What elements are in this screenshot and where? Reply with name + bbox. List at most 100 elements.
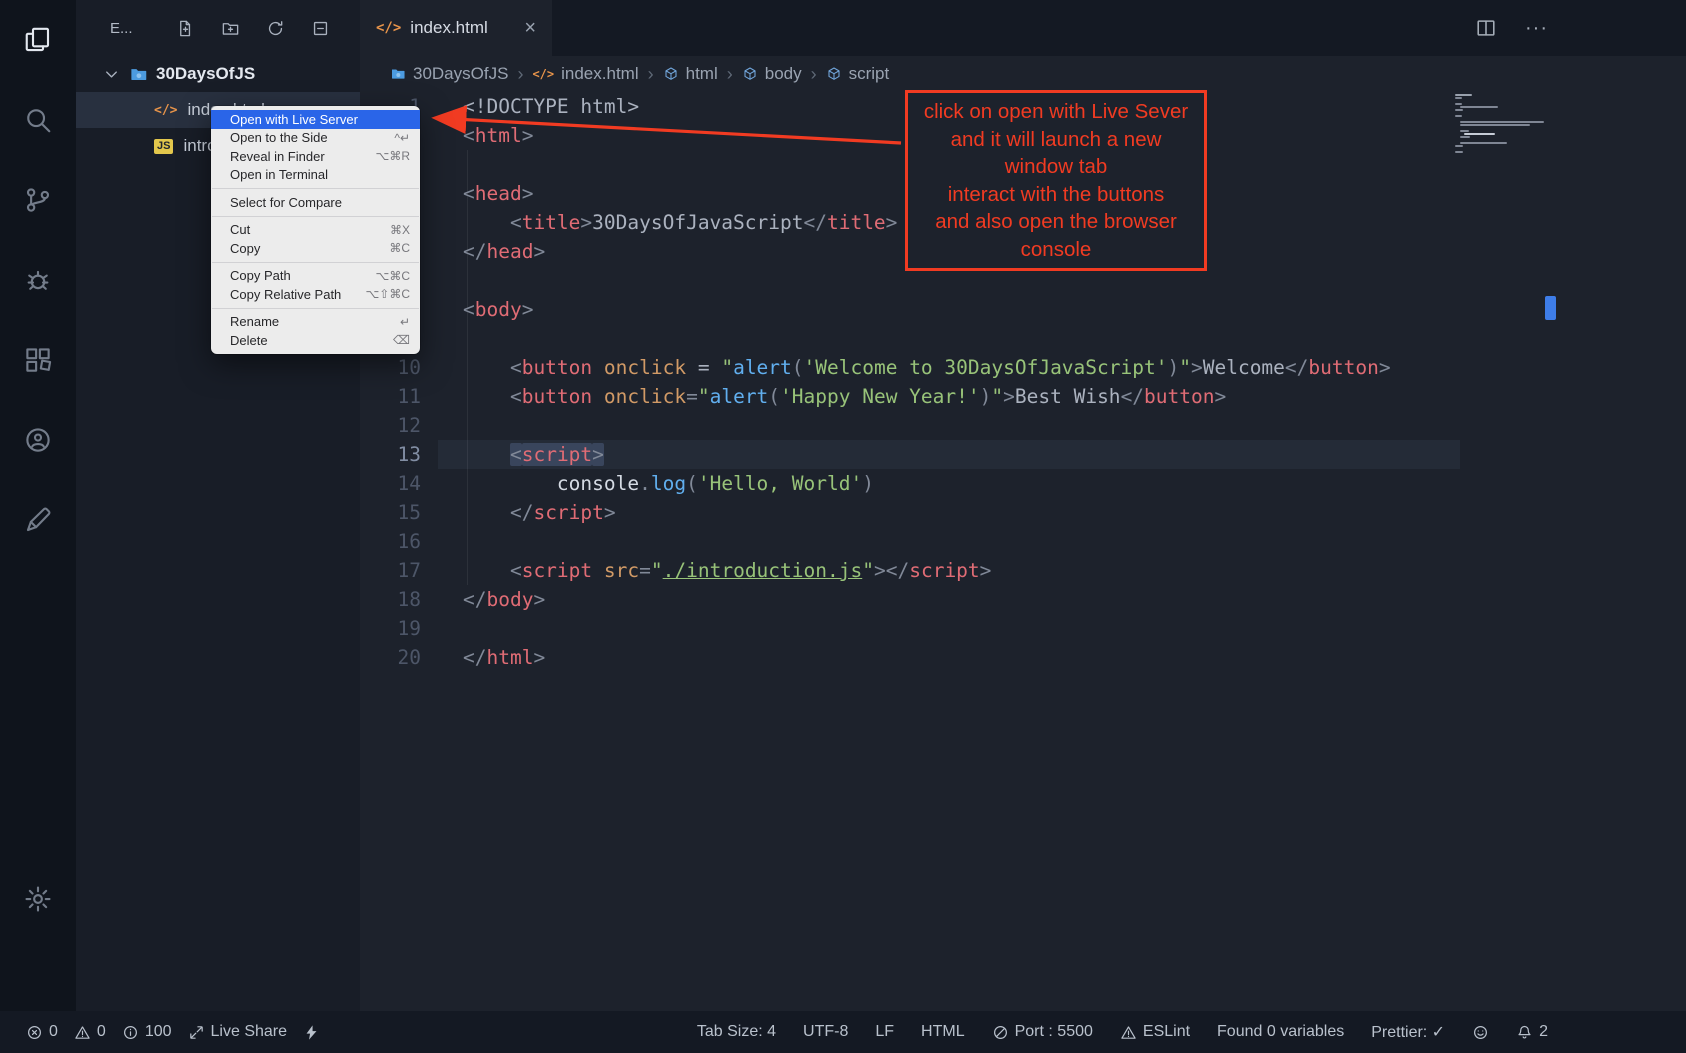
menu-item-copy-path[interactable]: Copy Path⌥⌘C — [211, 267, 420, 286]
annotation-line: window tab — [910, 153, 1202, 181]
code-line-18[interactable]: 18</body> — [360, 585, 1686, 614]
activity-settings[interactable] — [0, 859, 76, 939]
more-actions-icon[interactable]: ··· — [1525, 17, 1548, 40]
minimap-line — [1460, 136, 1470, 138]
menu-separator — [212, 188, 419, 189]
activity-live-share[interactable] — [0, 400, 76, 480]
status-language-mode[interactable]: HTML — [921, 1023, 965, 1041]
folder-row-30daysofjs[interactable]: 30DaysOfJS — [76, 56, 360, 92]
code-line-11[interactable]: 11 <button onclick="alert('Happy New Yea… — [360, 382, 1686, 411]
menu-item-copy-relative-path[interactable]: Copy Relative Path⌥⇧⌘C — [211, 285, 420, 304]
menu-item-select-for-compare[interactable]: Select for Compare — [211, 193, 420, 212]
code-line-19[interactable]: 19 — [360, 614, 1686, 643]
split-editor-icon[interactable] — [1475, 17, 1497, 39]
files-icon — [23, 25, 53, 55]
folder-icon — [129, 65, 148, 84]
breadcrumb-separator: › — [811, 64, 817, 85]
code-line-17[interactable]: 17 <script src="./introduction.js"></scr… — [360, 556, 1686, 585]
extensions-icon — [23, 345, 53, 375]
activity-extensions[interactable] — [0, 320, 76, 400]
status-warnings[interactable]: 0 — [74, 1023, 106, 1041]
collapse-icon[interactable] — [311, 19, 330, 38]
line-content: <body> — [421, 295, 533, 324]
line-number: 16 — [360, 527, 421, 556]
menu-item-label: Copy Path — [230, 268, 366, 283]
status-notifications[interactable]: 2 — [1516, 1023, 1548, 1041]
explorer-header: E... — [76, 0, 360, 56]
new-file-icon[interactable] — [176, 19, 195, 38]
status-prettier[interactable]: Prettier: ✓ — [1371, 1022, 1445, 1042]
code-line-16[interactable]: 16 — [360, 527, 1686, 556]
close-icon[interactable]: × — [524, 18, 536, 38]
code-line-15[interactable]: 15 </script> — [360, 498, 1686, 527]
status-feedback[interactable] — [1472, 1024, 1489, 1041]
activity-source-control[interactable] — [0, 160, 76, 240]
status-variables[interactable]: Found 0 variables — [1217, 1023, 1344, 1041]
breadcrumb-label: index.html — [561, 64, 638, 84]
menu-item-shortcut: ⌘X — [390, 223, 410, 237]
warning-icon — [1120, 1024, 1137, 1041]
status-tab-size[interactable]: Tab Size: 4 — [697, 1023, 776, 1041]
breadcrumb-item-html[interactable]: html — [663, 64, 718, 84]
minimap-line — [1455, 115, 1462, 117]
smiley-icon — [1472, 1024, 1489, 1041]
menu-item-rename[interactable]: Rename↵ — [211, 313, 420, 332]
minimap[interactable] — [1455, 94, 1543, 154]
menu-item-cut[interactable]: Cut⌘X — [211, 221, 420, 240]
overview-ruler-marker — [1545, 296, 1556, 320]
code-line-20[interactable]: 20</html> — [360, 643, 1686, 672]
code-line-12[interactable]: 12 — [360, 411, 1686, 440]
line-content: console.log('Hello, World') — [421, 469, 874, 498]
breadcrumb-item-30daysofjs[interactable]: 30DaysOfJS — [390, 64, 508, 84]
line-content — [421, 614, 463, 643]
line-content — [421, 324, 463, 353]
breadcrumb-item-script[interactable]: script — [826, 64, 890, 84]
breadcrumb-item-body[interactable]: body — [742, 64, 802, 84]
line-content: </head> — [421, 237, 545, 266]
menu-item-shortcut: ^↵ — [394, 131, 410, 145]
menu-item-delete[interactable]: Delete⌫ — [211, 331, 420, 350]
menu-item-label: Copy — [230, 241, 379, 256]
menu-item-open-to-the-side[interactable]: Open to the Side^↵ — [211, 129, 420, 148]
line-number: 15 — [360, 498, 421, 527]
status-lightning[interactable] — [303, 1024, 320, 1041]
code-line-10[interactable]: 10 <button onclick = "alert('Welcome to … — [360, 353, 1686, 382]
breadcrumb-label: script — [849, 64, 890, 84]
pen-icon — [23, 505, 53, 535]
minimap-line — [1455, 94, 1472, 96]
minimap-line — [1455, 97, 1462, 99]
share-icon — [188, 1024, 205, 1041]
activity-edit-session[interactable] — [0, 480, 76, 560]
refresh-icon[interactable] — [266, 19, 285, 38]
status-language-mode-label: HTML — [921, 1023, 965, 1041]
bell-icon — [1516, 1024, 1533, 1041]
status-info[interactable]: 100 — [122, 1023, 172, 1041]
warning-icon — [74, 1024, 91, 1041]
status-live-share[interactable]: Live Share — [188, 1023, 288, 1041]
new-folder-icon[interactable] — [221, 19, 240, 38]
activity-run-debug[interactable] — [0, 240, 76, 320]
menu-item-open-in-terminal[interactable]: Open in Terminal — [211, 166, 420, 185]
status-eol[interactable]: LF — [875, 1023, 894, 1041]
menu-item-reveal-in-finder[interactable]: Reveal in Finder⌥⌘R — [211, 147, 420, 166]
menu-item-open-with-live-server[interactable]: Open with Live Server — [211, 110, 420, 129]
breadcrumb-item-index-html[interactable]: </>index.html — [532, 64, 638, 84]
code-line-8[interactable]: 8<body> — [360, 295, 1686, 324]
activity-search[interactable] — [0, 80, 76, 160]
status-eslint[interactable]: ESLint — [1120, 1023, 1190, 1041]
tab-index-html[interactable]: </> index.html × — [360, 0, 552, 56]
info-icon — [122, 1024, 139, 1041]
activity-explorer[interactable] — [0, 0, 76, 80]
annotation-line: console — [910, 236, 1202, 264]
code-line-9[interactable]: 9 — [360, 324, 1686, 353]
lightning-icon — [303, 1024, 320, 1041]
status-port[interactable]: Port : 5500 — [992, 1023, 1093, 1041]
menu-item-copy[interactable]: Copy⌘C — [211, 239, 420, 258]
status-errors[interactable]: 0 — [26, 1023, 58, 1041]
code-line-14[interactable]: 14 console.log('Hello, World') — [360, 469, 1686, 498]
status-encoding[interactable]: UTF-8 — [803, 1023, 848, 1041]
explorer-actions — [176, 19, 330, 38]
annotation-box: click on open with Live Severand it will… — [905, 90, 1207, 271]
menu-separator — [212, 262, 419, 263]
code-line-13[interactable]: 13 <script> — [360, 440, 1686, 469]
